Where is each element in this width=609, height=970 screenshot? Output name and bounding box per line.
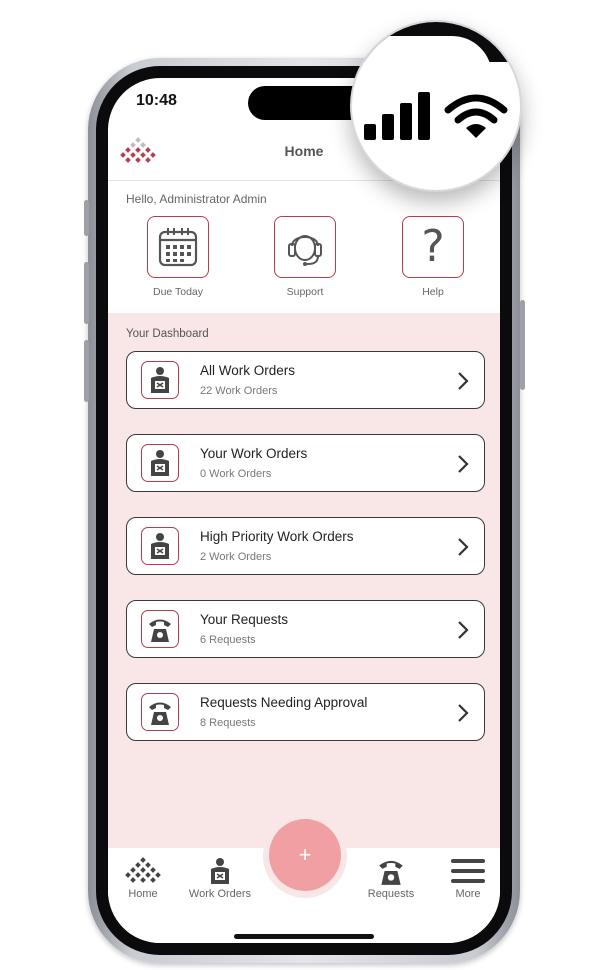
chevron-right-icon — [458, 372, 469, 390]
support-button[interactable]: Support — [260, 216, 350, 298]
request-phone-icon — [379, 860, 403, 885]
work-order-icon — [211, 858, 229, 884]
magnified-screen-corner — [352, 36, 492, 96]
card-subtitle: 6 Requests — [200, 634, 256, 646]
tab-requests-label: Requests — [367, 888, 415, 900]
chevron-right-icon — [458, 455, 469, 473]
calendar-icon — [158, 228, 198, 267]
tab-home[interactable]: Home — [108, 856, 183, 900]
tab-more[interactable]: More — [428, 856, 500, 900]
home-logo-icon — [125, 857, 161, 883]
work-order-icon — [141, 444, 179, 482]
chevron-right-icon — [458, 704, 469, 722]
app-screen: 10:48 Home Hello, Administrator Admin Du… — [108, 78, 500, 943]
greeting-text: Hello, Administrator Admin — [126, 192, 267, 206]
help-button[interactable]: ? Help — [388, 216, 478, 298]
card-title: All Work Orders — [200, 363, 296, 378]
card-subtitle: 22 Work Orders — [200, 385, 278, 397]
support-label: Support — [286, 286, 324, 298]
question-icon: ? — [421, 221, 445, 272]
card-all-work-orders[interactable]: All Work Orders 22 Work Orders — [126, 351, 485, 409]
help-tile[interactable]: ? — [402, 216, 464, 278]
dashboard-section: Your Dashboard All Work Orders 22 Work O… — [108, 313, 500, 848]
due-today-label: Due Today — [152, 286, 203, 298]
card-subtitle: 0 Work Orders — [200, 468, 272, 480]
menu-icon — [451, 859, 485, 883]
help-label: Help — [422, 286, 444, 298]
support-tile[interactable] — [274, 216, 336, 278]
chevron-right-icon — [458, 538, 469, 556]
dashboard-title: Your Dashboard — [126, 328, 209, 340]
tab-work-orders[interactable]: Work Orders — [180, 856, 260, 900]
card-subtitle: 8 Requests — [200, 717, 256, 729]
tab-requests[interactable]: Requests — [351, 856, 431, 900]
volume-down-button — [84, 340, 89, 402]
mute-switch — [84, 200, 89, 236]
tab-home-label: Home — [128, 888, 158, 900]
headset-icon — [288, 235, 322, 266]
chevron-right-icon — [458, 621, 469, 639]
request-phone-icon — [141, 610, 179, 648]
due-today-button[interactable]: Due Today — [133, 216, 223, 298]
card-title: Your Work Orders — [200, 446, 308, 461]
power-button — [520, 300, 525, 390]
request-phone-icon — [141, 693, 179, 731]
card-your-work-orders[interactable]: Your Work Orders 0 Work Orders — [126, 434, 485, 492]
due-today-tile[interactable] — [147, 216, 209, 278]
tab-more-label: More — [455, 888, 481, 900]
work-order-icon — [141, 527, 179, 565]
card-title: Requests Needing Approval — [200, 695, 368, 710]
card-subtitle: 2 Work Orders — [200, 551, 272, 563]
card-high-priority-work-orders[interactable]: High Priority Work Orders 2 Work Orders — [126, 517, 485, 575]
add-button[interactable]: + — [269, 819, 341, 891]
card-title: High Priority Work Orders — [200, 529, 354, 544]
signal-strength-icon — [364, 92, 430, 140]
card-your-requests[interactable]: Your Requests 6 Requests — [126, 600, 485, 658]
volume-up-button — [84, 262, 89, 324]
wifi-icon — [444, 94, 508, 138]
card-title: Your Requests — [200, 612, 289, 627]
home-indicator[interactable] — [234, 934, 374, 939]
card-requests-needing-approval[interactable]: Requests Needing Approval 8 Requests — [126, 683, 485, 741]
status-magnifier — [350, 20, 522, 192]
work-order-icon — [141, 361, 179, 399]
status-time: 10:48 — [136, 92, 177, 109]
tab-work-orders-label: Work Orders — [188, 888, 252, 900]
